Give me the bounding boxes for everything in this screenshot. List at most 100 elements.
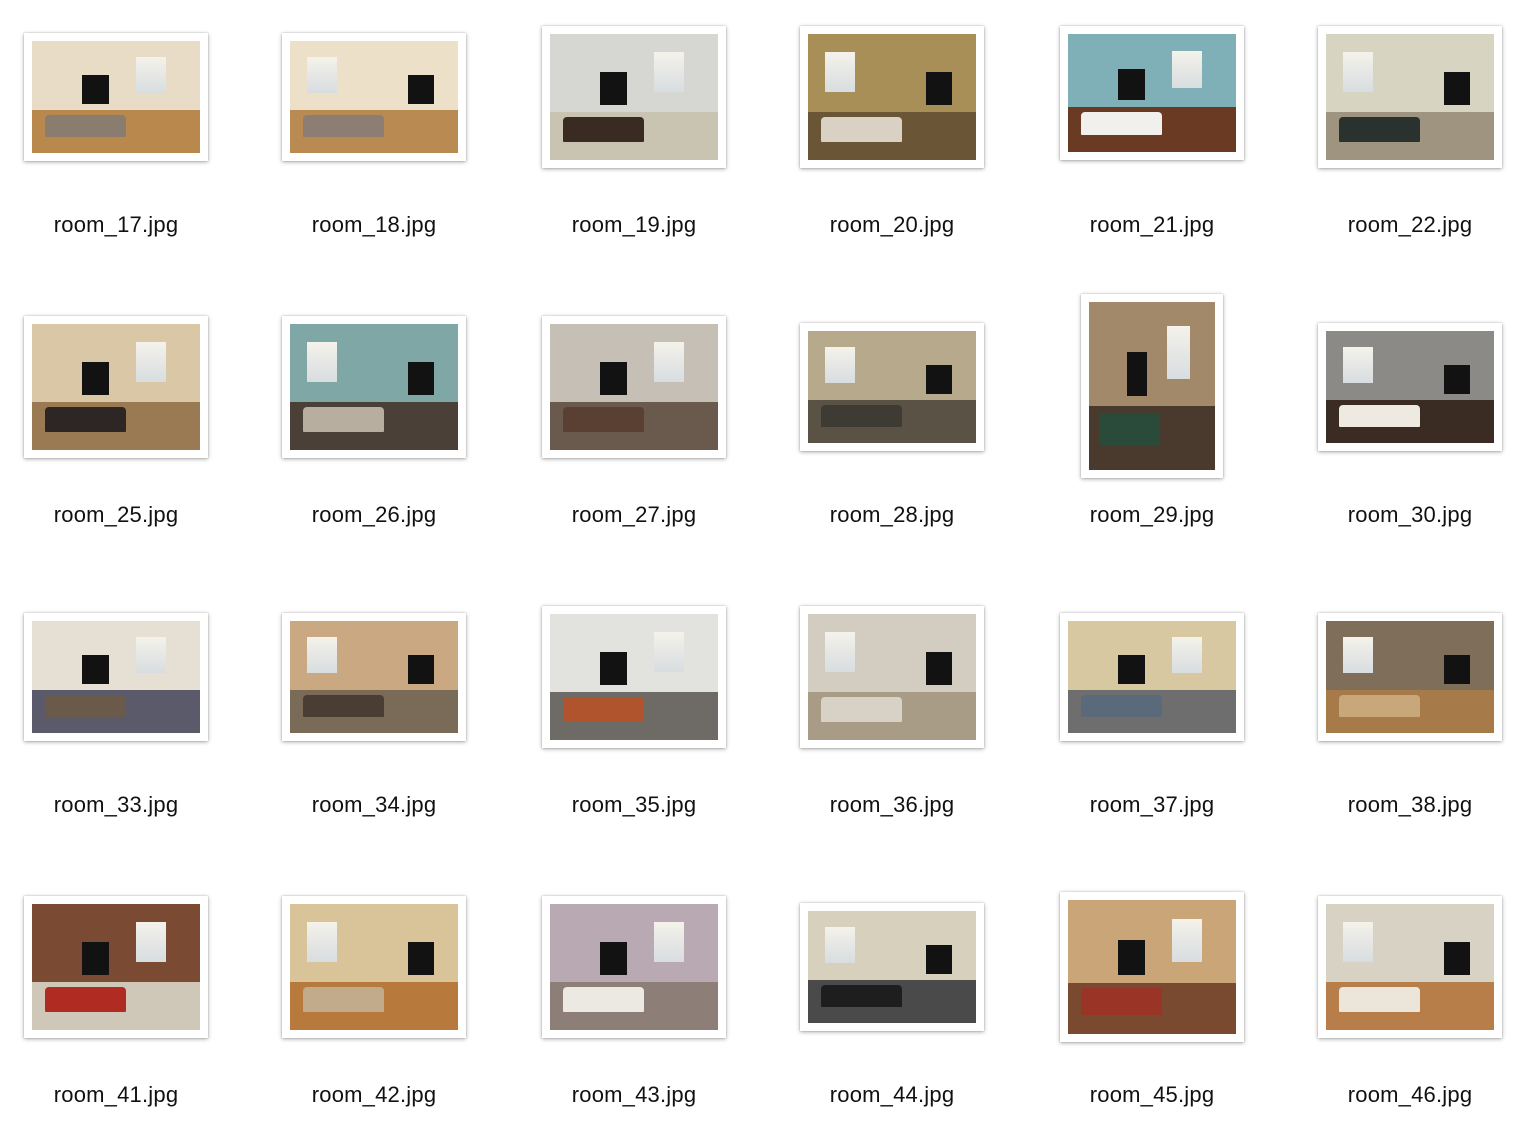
file-name-label[interactable]: room_38.jpg — [1281, 792, 1530, 818]
thumbnail-window — [136, 921, 167, 962]
thumbnail-window — [1167, 325, 1190, 380]
thumbnail-tv — [82, 74, 110, 104]
thumbnail-frame[interactable] — [800, 606, 984, 748]
thumbnail-image — [1326, 621, 1494, 733]
thumbnail-frame[interactable] — [1060, 892, 1244, 1042]
thumbnail-frame[interactable] — [282, 316, 466, 458]
thumbnail-frame[interactable] — [542, 316, 726, 458]
file-name-label[interactable]: room_42.jpg — [245, 1082, 503, 1108]
file-item[interactable]: room_27.jpg — [505, 306, 763, 566]
thumbnail-window — [136, 56, 167, 93]
file-name-label[interactable]: room_22.jpg — [1281, 212, 1530, 238]
thumbnail-frame[interactable] — [542, 896, 726, 1038]
file-item[interactable]: room_41.jpg — [0, 886, 245, 1146]
file-item[interactable]: room_44.jpg — [763, 886, 1021, 1146]
file-name-label[interactable]: room_20.jpg — [763, 212, 1021, 238]
file-name-label[interactable]: room_19.jpg — [505, 212, 763, 238]
thumbnail-frame[interactable] — [542, 606, 726, 748]
file-name-label[interactable]: room_37.jpg — [1023, 792, 1281, 818]
thumbnail-image — [1089, 302, 1215, 470]
thumbnail-frame[interactable] — [1318, 613, 1502, 741]
file-item[interactable]: room_25.jpg — [0, 306, 245, 566]
thumbnail-tv — [407, 941, 435, 975]
file-item[interactable]: room_36.jpg — [763, 596, 1021, 856]
file-name-label[interactable]: room_30.jpg — [1281, 502, 1530, 528]
file-name-label[interactable]: room_34.jpg — [245, 792, 503, 818]
thumbnail-window — [136, 341, 167, 382]
file-name-label[interactable]: room_26.jpg — [245, 502, 503, 528]
file-name-label[interactable]: room_29.jpg — [1023, 502, 1281, 528]
thumbnail-frame[interactable] — [282, 613, 466, 741]
file-item[interactable]: room_28.jpg — [763, 306, 1021, 566]
file-item[interactable]: room_46.jpg — [1281, 886, 1530, 1146]
file-name-label[interactable]: room_33.jpg — [0, 792, 245, 818]
thumbnail-frame[interactable] — [24, 33, 208, 161]
thumbnail-tv — [600, 651, 628, 685]
file-name-label[interactable]: room_41.jpg — [0, 1082, 245, 1108]
file-name-label[interactable]: room_18.jpg — [245, 212, 503, 238]
thumbnail-image — [32, 41, 200, 153]
file-name-label[interactable]: room_25.jpg — [0, 502, 245, 528]
file-name-label[interactable]: room_21.jpg — [1023, 212, 1281, 238]
thumbnail-sofa — [821, 117, 903, 143]
thumbnail-frame[interactable] — [282, 33, 466, 161]
file-item[interactable]: room_45.jpg — [1023, 886, 1281, 1146]
thumbnail-sofa — [821, 404, 903, 428]
thumbnail-frame[interactable] — [542, 26, 726, 168]
file-item[interactable]: room_17.jpg — [0, 16, 245, 276]
thumbnail-frame[interactable] — [1318, 26, 1502, 168]
thumbnail-window — [824, 631, 856, 672]
thumbnail-frame[interactable] — [1081, 294, 1223, 478]
thumbnail-frame[interactable] — [24, 896, 208, 1038]
thumbnail-frame[interactable] — [800, 323, 984, 451]
thumbnail-image — [550, 904, 718, 1030]
file-name-label[interactable]: room_28.jpg — [763, 502, 1021, 528]
thumbnail-frame[interactable] — [1060, 613, 1244, 741]
thumbnail-frame[interactable] — [24, 613, 208, 741]
thumbnail-frame[interactable] — [1318, 323, 1502, 451]
thumbnail-sofa — [1339, 987, 1421, 1013]
thumbnail-image — [808, 34, 976, 160]
file-item[interactable]: room_30.jpg — [1281, 306, 1530, 566]
thumbnail-image — [808, 911, 976, 1023]
thumbnail-sofa — [1339, 694, 1421, 718]
file-name-label[interactable]: room_43.jpg — [505, 1082, 763, 1108]
file-item[interactable]: room_29.jpg — [1023, 294, 1281, 566]
thumbnail-window — [824, 926, 856, 963]
file-name-label[interactable]: room_27.jpg — [505, 502, 763, 528]
thumbnail-frame[interactable] — [1318, 896, 1502, 1038]
file-item[interactable]: room_21.jpg — [1023, 16, 1281, 276]
thumbnail-image — [1068, 34, 1236, 152]
file-item[interactable]: room_33.jpg — [0, 596, 245, 856]
file-item[interactable]: room_37.jpg — [1023, 596, 1281, 856]
thumbnail-tv — [600, 71, 628, 105]
file-item[interactable]: room_26.jpg — [245, 306, 503, 566]
file-name-label[interactable]: room_44.jpg — [763, 1082, 1021, 1108]
file-item[interactable]: room_20.jpg — [763, 16, 1021, 276]
file-item[interactable]: room_22.jpg — [1281, 16, 1530, 276]
thumbnail-frame[interactable] — [800, 903, 984, 1031]
thumbnail-window — [1342, 346, 1374, 383]
file-name-label[interactable]: room_45.jpg — [1023, 1082, 1281, 1108]
thumbnail-window — [824, 346, 856, 383]
thumbnail-frame[interactable] — [1060, 26, 1244, 160]
thumbnail-image — [550, 614, 718, 740]
thumbnail-frame[interactable] — [24, 316, 208, 458]
file-item[interactable]: room_42.jpg — [245, 886, 503, 1146]
file-item[interactable]: room_19.jpg — [505, 16, 763, 276]
file-item[interactable]: room_34.jpg — [245, 596, 503, 856]
file-name-label[interactable]: room_46.jpg — [1281, 1082, 1530, 1108]
file-name-label[interactable]: room_17.jpg — [0, 212, 245, 238]
thumbnail-sofa — [45, 694, 127, 718]
file-name-label[interactable]: room_36.jpg — [763, 792, 1021, 818]
file-name-label[interactable]: room_35.jpg — [505, 792, 763, 818]
thumbnail-tv — [1126, 352, 1147, 397]
file-item[interactable]: room_35.jpg — [505, 596, 763, 856]
thumbnail-tv — [1118, 69, 1146, 101]
file-item[interactable]: room_43.jpg — [505, 886, 763, 1146]
thumbnail-frame[interactable] — [800, 26, 984, 168]
thumbnail-frame[interactable] — [282, 896, 466, 1038]
file-item[interactable]: room_18.jpg — [245, 16, 503, 276]
thumbnail-image — [32, 904, 200, 1030]
file-item[interactable]: room_38.jpg — [1281, 596, 1530, 856]
